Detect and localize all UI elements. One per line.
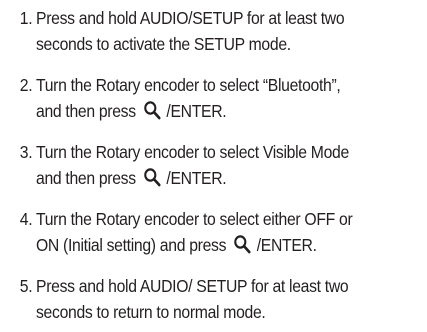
magnifier-icon [143, 100, 161, 120]
step-number: 4. [19, 209, 33, 229]
step-text-line-1: Press and hold AUDIO/SETUP for at least … [36, 8, 345, 28]
step-text-line-1: Press and hold AUDIO/ SETUP for at least… [36, 276, 349, 296]
step-text-line-1: Turn the Rotary encoder to select “Bluet… [36, 75, 341, 95]
magnifier-icon [143, 167, 161, 187]
step-text-after-icon: /ENTER. [256, 235, 317, 255]
step-text-line-2: seconds to activate the SETUP mode. [36, 34, 291, 54]
step-number: 1. [19, 8, 33, 28]
step-text-line-2: seconds to return to normal mode. [36, 302, 266, 322]
step-text-before-icon: and then press [36, 101, 136, 121]
step-text-line-2: ON (Initial setting) and press/ENTER. [36, 232, 317, 258]
step-text-after-icon: /ENTER. [166, 168, 227, 188]
instruction-document: 1. Press and hold AUDIO/SETUP for at lea… [0, 0, 427, 332]
step-text-line-1: Turn the Rotary encoder to select either… [36, 209, 353, 229]
magnifier-icon [233, 234, 251, 254]
step-number: 2. [19, 75, 33, 95]
step-text-line-1: Turn the Rotary encoder to select Visibl… [36, 142, 349, 162]
step-text-after-icon: /ENTER. [166, 101, 227, 121]
step-text-before-icon: and then press [36, 168, 136, 188]
step-number: 3. [19, 142, 33, 162]
step-text-before-icon: ON (Initial setting) and press [36, 235, 227, 255]
step-number: 5. [19, 276, 33, 296]
step-text-line-2: and then press/ENTER. [36, 98, 227, 124]
step-text-line-2: and then press/ENTER. [36, 165, 227, 191]
